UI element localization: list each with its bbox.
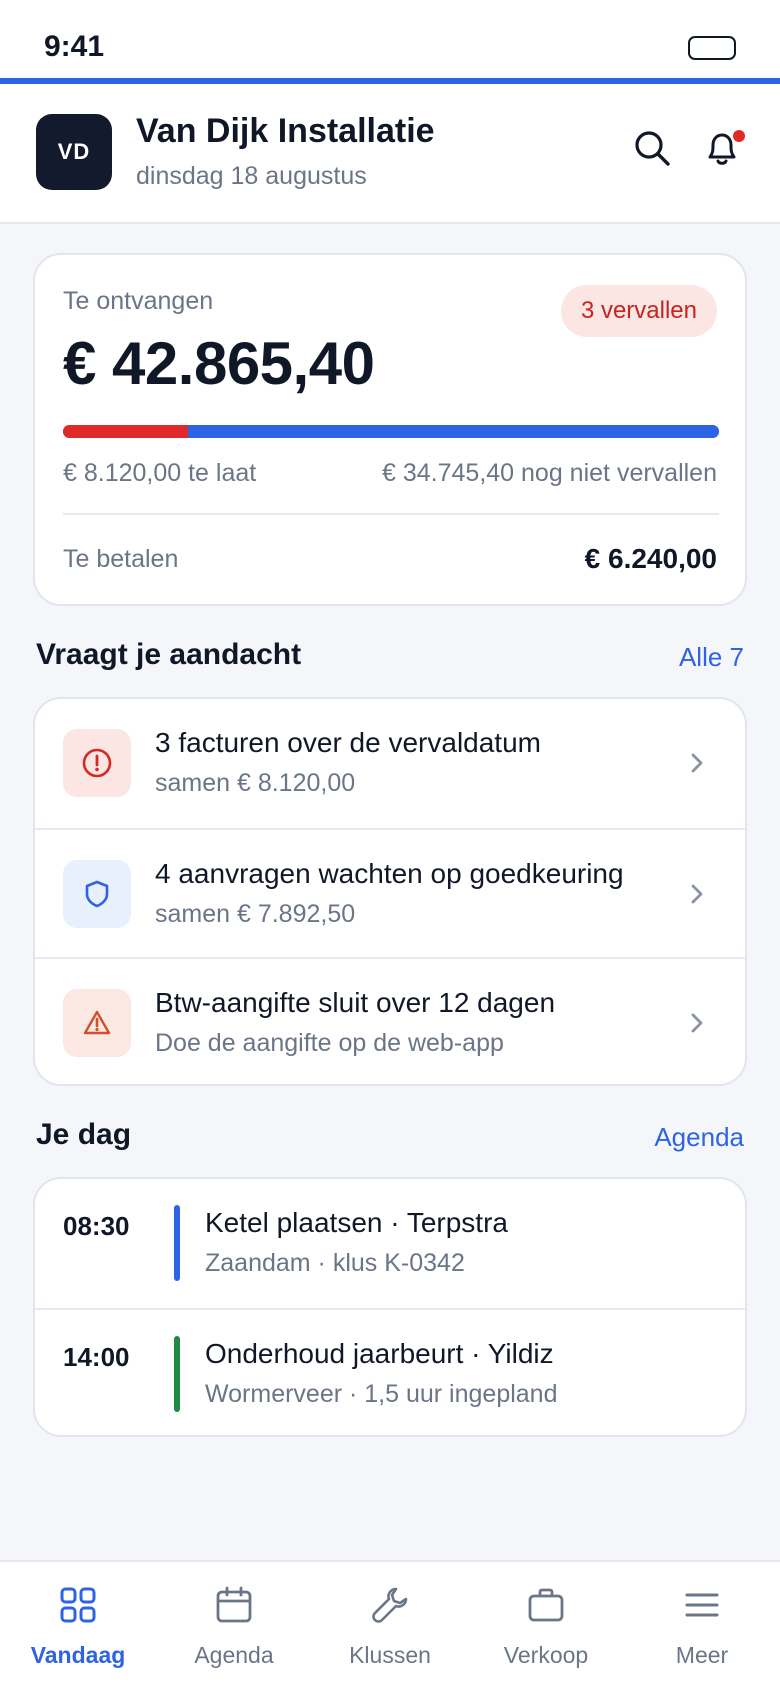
- wrench-icon: [372, 1587, 408, 1623]
- company-name: Van Dijk Installatie: [136, 112, 435, 150]
- appointment-item[interactable]: 08:30 Ketel plaatsen · Terpstra Zaandam …: [35, 1179, 745, 1308]
- warning-triangle-icon: [63, 989, 131, 1057]
- attention-title: Vraagt je aandacht: [36, 638, 302, 671]
- notdue-amount: € 34.745,40 nog niet vervallen: [382, 459, 717, 487]
- nav-klussen[interactable]: Klussen: [312, 1562, 468, 1688]
- status-time: 9:41: [44, 30, 105, 63]
- attention-list: 3 facturen over de vervaldatum samen € 8…: [33, 697, 747, 1086]
- nav-agenda[interactable]: Agenda: [156, 1562, 312, 1688]
- menu-icon: [685, 1593, 719, 1617]
- progress-late-segment: [63, 425, 188, 438]
- avatar[interactable]: VD: [36, 114, 112, 190]
- receivable-progress-bar: [63, 425, 719, 438]
- shield-icon: [63, 860, 131, 928]
- attention-item-vat[interactable]: Btw-aangifte sluit over 12 dagen Doe de …: [35, 957, 745, 1084]
- agenda-link[interactable]: Agenda: [654, 1122, 744, 1153]
- battery-icon: [688, 36, 736, 60]
- chevron-right-icon: [691, 1013, 703, 1033]
- chevron-right-icon: [691, 753, 703, 773]
- appointment-color-bar: [174, 1205, 180, 1281]
- divider: [63, 513, 719, 515]
- nav-label: Verkoop: [503, 1642, 589, 1668]
- briefcase-icon: [528, 1588, 564, 1622]
- day-title: Je dag: [36, 1118, 132, 1151]
- attention-item-subtitle: samen € 8.120,00: [155, 769, 356, 797]
- appointment-subtitle: Wormerveer · 1,5 uur ingepland: [205, 1380, 558, 1408]
- nav-label: Meer: [675, 1642, 729, 1668]
- alert-circle-icon: [63, 729, 131, 797]
- nav-verkoop[interactable]: Verkoop: [468, 1562, 624, 1688]
- appointment-color-bar: [174, 1336, 180, 1412]
- payable-amount: € 6.240,00: [584, 543, 717, 574]
- attention-item-subtitle: samen € 7.892,50: [155, 900, 356, 928]
- nav-label: Klussen: [349, 1642, 431, 1668]
- overdue-badge[interactable]: 3 vervallen: [560, 285, 717, 337]
- receivable-label: Te ontvangen: [63, 287, 214, 315]
- attention-item-title: 4 aanvragen wachten op goedkeuring: [155, 858, 624, 889]
- nav-meer[interactable]: Meer: [624, 1562, 780, 1688]
- appointment-title: Ketel plaatsen · Terpstra: [205, 1207, 508, 1238]
- appointment-time: 08:30: [63, 1211, 130, 1241]
- appointment-item[interactable]: 14:00 Onderhoud jaarbeurt · Yildiz Worme…: [35, 1308, 745, 1435]
- attention-all-link[interactable]: Alle 7: [679, 642, 744, 673]
- notification-dot: [733, 130, 745, 142]
- progress-notdue-segment: [187, 425, 719, 438]
- day-schedule: 08:30 Ketel plaatsen · Terpstra Zaandam …: [33, 1177, 747, 1437]
- chevron-right-icon: [691, 884, 703, 904]
- search-icon[interactable]: [630, 126, 674, 170]
- appointment-subtitle: Zaandam · klus K-0342: [205, 1249, 465, 1277]
- payable-label: Te betalen: [63, 545, 179, 573]
- receivable-amount: € 42.865,40: [63, 330, 375, 397]
- nav-label: Agenda: [194, 1642, 274, 1668]
- appointment-time: 14:00: [63, 1342, 130, 1372]
- attention-item-subtitle: Doe de aangifte op de web-app: [155, 1029, 504, 1057]
- attention-item-title: Btw-aangifte sluit over 12 dagen: [155, 987, 556, 1018]
- attention-item-overdue[interactable]: 3 facturen over de vervaldatum samen € 8…: [35, 699, 745, 828]
- appointment-title: Onderhoud jaarbeurt · Yildiz: [205, 1338, 554, 1369]
- app-header: VD Van Dijk Installatie dinsdag 18 augus…: [0, 84, 780, 224]
- late-amount: € 8.120,00 te laat: [63, 459, 257, 487]
- current-date: dinsdag 18 augustus: [136, 162, 367, 190]
- bottom-nav: Vandaag Agenda Klussen Verkoop Meer: [0, 1560, 780, 1688]
- attention-item-title: 3 facturen over de vervaldatum: [155, 727, 541, 758]
- calendar-icon: [216, 1586, 252, 1623]
- attention-item-approvals[interactable]: 4 aanvragen wachten op goedkeuring samen…: [35, 828, 745, 957]
- receivable-card[interactable]: Te ontvangen 3 vervallen € 42.865,40 € 8…: [33, 253, 747, 606]
- status-bar: 9:41: [0, 0, 780, 78]
- grid-icon: [60, 1587, 96, 1623]
- nav-vandaag[interactable]: Vandaag: [0, 1562, 156, 1688]
- nav-label: Vandaag: [30, 1642, 126, 1668]
